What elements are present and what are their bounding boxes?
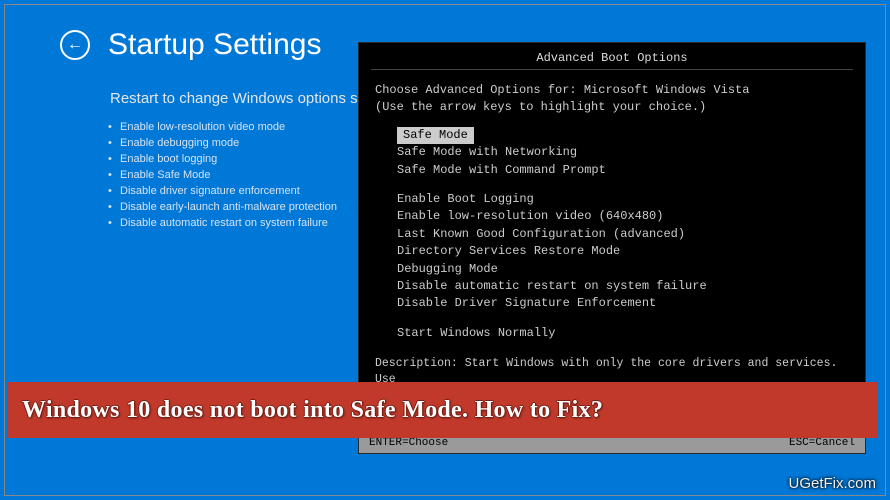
image-frame (4, 4, 886, 496)
watermark: UGetFix.com (788, 475, 876, 492)
